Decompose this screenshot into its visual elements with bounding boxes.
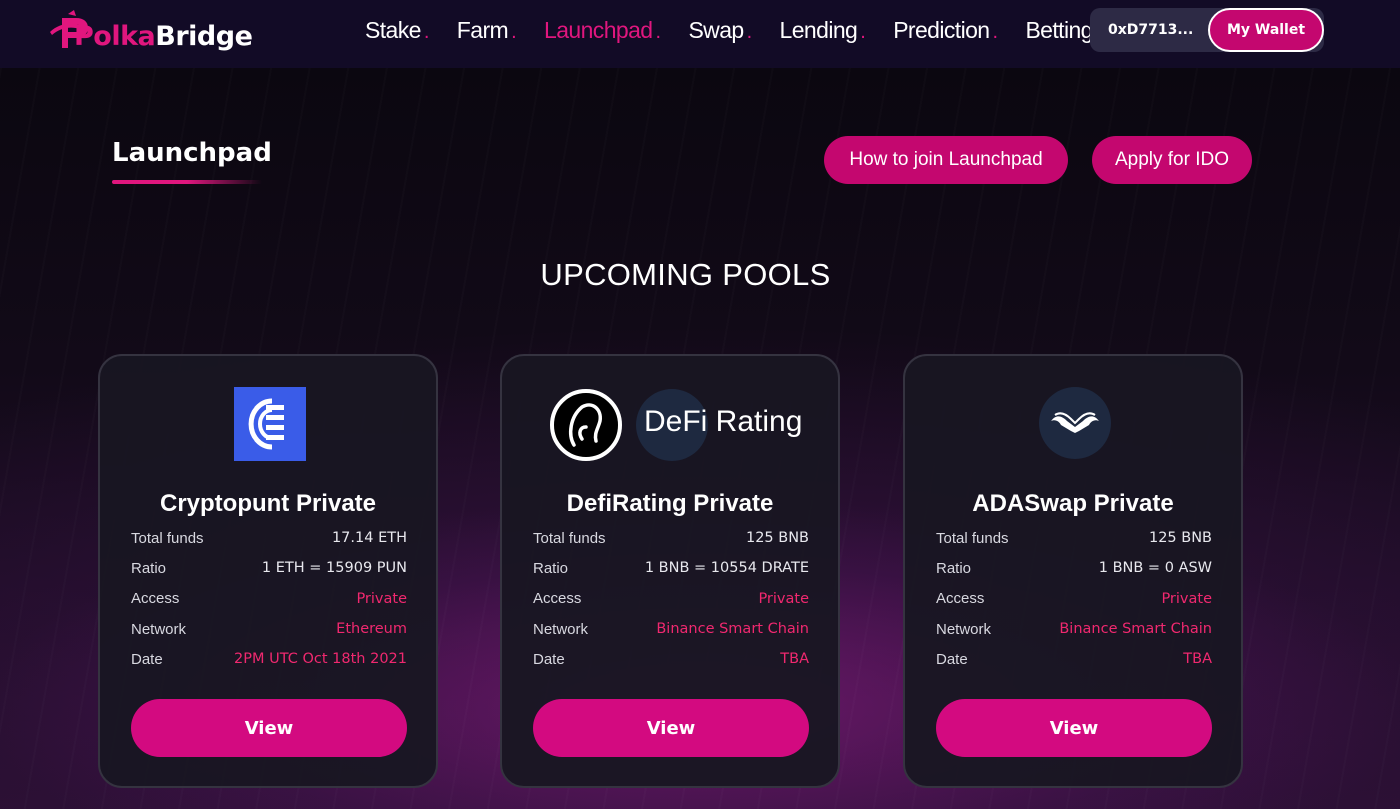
pool-details: Total funds 125 BNB Ratio 1 BNB = 10554 DR… bbox=[533, 523, 809, 674]
page-title: Launchpad bbox=[112, 138, 272, 168]
nav-prediction[interactable]: Prediction. bbox=[893, 16, 998, 44]
my-wallet-button[interactable]: My Wallet bbox=[1208, 8, 1324, 52]
detail-label: Access bbox=[131, 590, 180, 608]
view-button[interactable]: View bbox=[936, 699, 1212, 757]
nav-farm-label: Farm bbox=[456, 16, 509, 43]
pool-title: Cryptopunt Private bbox=[159, 490, 377, 517]
detail-label: Access bbox=[533, 590, 582, 608]
pool-card-defirating: DeFi Rating DefiRating Private Total fun… bbox=[500, 354, 840, 788]
detail-value: TBA bbox=[1183, 651, 1212, 668]
pool-title: ADASwap Private bbox=[972, 490, 1174, 517]
nav-dot: . bbox=[746, 20, 753, 43]
pool-details: Total funds 125 BNB Ratio 1 BNB = 0 ASW Ac… bbox=[936, 523, 1212, 674]
nav-dot: . bbox=[655, 20, 661, 43]
nav-launchpad-label: Launchpad bbox=[544, 16, 653, 43]
view-button[interactable]: View bbox=[533, 699, 809, 757]
cryptopunt-logo bbox=[100, 387, 436, 463]
detail-value: Binance Smart Chain bbox=[656, 621, 809, 638]
detail-row-total-funds: Total funds 17.14 ETH bbox=[131, 523, 407, 553]
detail-value: TBA bbox=[780, 651, 809, 668]
view-button[interactable]: View bbox=[131, 699, 407, 757]
detail-value: 1 BNB = 0 ASW bbox=[1098, 560, 1212, 577]
nav-stake[interactable]: Stake. bbox=[365, 17, 429, 44]
nav-dot: . bbox=[992, 20, 998, 43]
detail-label: Ratio bbox=[936, 559, 972, 577]
how-to-join-button[interactable]: How to join Launchpad bbox=[824, 136, 1068, 184]
nav-dot: . bbox=[423, 20, 430, 43]
pool-card-cryptopunt: Cryptopunt Private Total funds 17.14 ETH … bbox=[98, 354, 438, 788]
detail-row-access: Access Private bbox=[533, 584, 809, 614]
detail-label: Network bbox=[131, 620, 187, 638]
detail-label: Date bbox=[131, 650, 163, 668]
detail-label: Total funds bbox=[936, 529, 1009, 547]
detail-row-date: Date TBA bbox=[936, 644, 1212, 674]
detail-value: 1 ETH = 15909 PUN bbox=[261, 560, 407, 577]
defirating-logo-text: DeFi Rating bbox=[644, 405, 803, 438]
detail-value: Ethereum bbox=[336, 621, 407, 638]
wallet-address: 0xD7713... bbox=[1108, 22, 1194, 38]
nav-stake-label: Stake bbox=[365, 16, 421, 43]
detail-row-access: Access Private bbox=[936, 584, 1212, 614]
detail-row-ratio: Ratio 1 BNB = 10554 DRATE bbox=[533, 553, 809, 583]
detail-value: 125 BNB bbox=[1148, 530, 1212, 547]
nav-launchpad[interactable]: Launchpad. bbox=[544, 16, 661, 44]
nav-dot: . bbox=[860, 20, 866, 43]
detail-label: Network bbox=[533, 620, 589, 638]
pool-card-adaswap: ADASwap Private Total funds 125 BNB Ratio… bbox=[903, 354, 1243, 788]
detail-label: Network bbox=[936, 620, 992, 638]
detail-value: 2PM UTC Oct 18th 2021 bbox=[234, 651, 407, 668]
detail-label: Total funds bbox=[533, 529, 606, 547]
polkabridge-logo-icon bbox=[48, 10, 88, 54]
nav-betting-label: Betting bbox=[1025, 16, 1093, 43]
detail-row-total-funds: Total funds 125 BNB bbox=[936, 523, 1212, 553]
detail-row-network: Network Ethereum bbox=[131, 614, 407, 644]
nav-lending-label: Lending bbox=[779, 16, 858, 43]
detail-row-network: Network Binance Smart Chain bbox=[533, 614, 809, 644]
polkabridge-logo[interactable]: PolkaBridge bbox=[48, 6, 253, 58]
detail-row-ratio: Ratio 1 BNB = 0 ASW bbox=[936, 553, 1212, 583]
detail-label: Access bbox=[936, 590, 985, 608]
detail-row-date: Date TBA bbox=[533, 644, 809, 674]
apply-for-ido-button[interactable]: Apply for IDO bbox=[1092, 136, 1252, 184]
nav-links: Stake. Farm. Launchpad. Swap. Lending. P… bbox=[365, 0, 1129, 60]
adaswap-logo bbox=[905, 387, 1241, 463]
detail-value: 1 BNB = 10554 DRATE bbox=[644, 560, 809, 577]
detail-row-network: Network Binance Smart Chain bbox=[936, 614, 1212, 644]
nav-swap-label: Swap bbox=[688, 16, 744, 43]
detail-label: Ratio bbox=[533, 559, 569, 577]
wallet-panel: 0xD7713... My Wallet bbox=[1090, 8, 1324, 52]
title-underline bbox=[112, 180, 262, 184]
detail-value: Private bbox=[758, 590, 809, 607]
detail-row-ratio: Ratio 1 ETH = 15909 PUN bbox=[131, 553, 407, 583]
pool-title: DefiRating Private bbox=[566, 490, 774, 517]
detail-row-total-funds: Total funds 125 BNB bbox=[533, 523, 809, 553]
top-navbar: PolkaBridge Stake. Farm. Launchpad. Swap… bbox=[0, 0, 1400, 68]
detail-label: Total funds bbox=[131, 529, 204, 547]
nav-swap[interactable]: Swap. bbox=[688, 16, 753, 44]
detail-value: Binance Smart Chain bbox=[1059, 621, 1212, 638]
nav-lending[interactable]: Lending. bbox=[780, 17, 866, 44]
detail-value: Private bbox=[1161, 590, 1212, 607]
nav-prediction-label: Prediction bbox=[893, 16, 990, 43]
pool-details: Total funds 17.14 ETH Ratio 1 ETH = 15909 … bbox=[131, 523, 407, 674]
nav-farm[interactable]: Farm. bbox=[456, 16, 517, 44]
defirating-logo: DeFi Rating bbox=[502, 387, 838, 463]
nav-dot: . bbox=[511, 20, 517, 43]
detail-label: Date bbox=[936, 650, 968, 668]
brand-name-part2: Bridge bbox=[155, 20, 253, 52]
detail-row-access: Access Private bbox=[131, 584, 407, 614]
section-title: UPCOMING POOLS bbox=[540, 257, 831, 292]
detail-row-date: Date 2PM UTC Oct 18th 2021 bbox=[131, 644, 407, 674]
detail-value: Private bbox=[356, 590, 407, 607]
detail-value: 125 BNB bbox=[745, 530, 809, 547]
detail-label: Date bbox=[533, 650, 565, 668]
detail-value: 17.14 ETH bbox=[331, 530, 407, 547]
brand-name: PolkaBridge bbox=[74, 20, 253, 52]
detail-label: Ratio bbox=[131, 559, 167, 577]
